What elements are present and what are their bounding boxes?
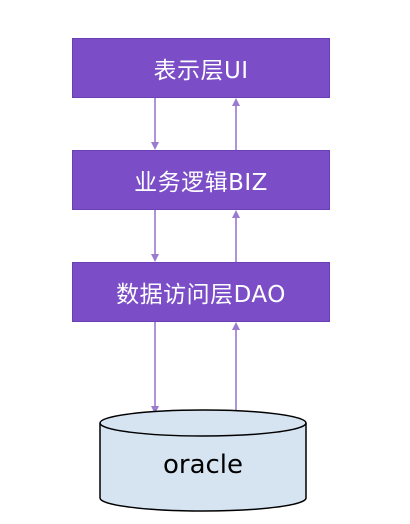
business-logic-layer-label: 业务逻辑BIZ xyxy=(134,170,268,196)
data-access-layer-box: 数据访问层DAO xyxy=(72,262,330,322)
database-label: oracle xyxy=(162,450,244,480)
data-access-layer-label: 数据访问层DAO xyxy=(116,282,286,308)
presentation-layer-box: 表示层UI xyxy=(72,38,330,98)
business-logic-layer-box: 业务逻辑BIZ xyxy=(72,150,330,210)
presentation-layer-label: 表示层UI xyxy=(153,58,249,84)
